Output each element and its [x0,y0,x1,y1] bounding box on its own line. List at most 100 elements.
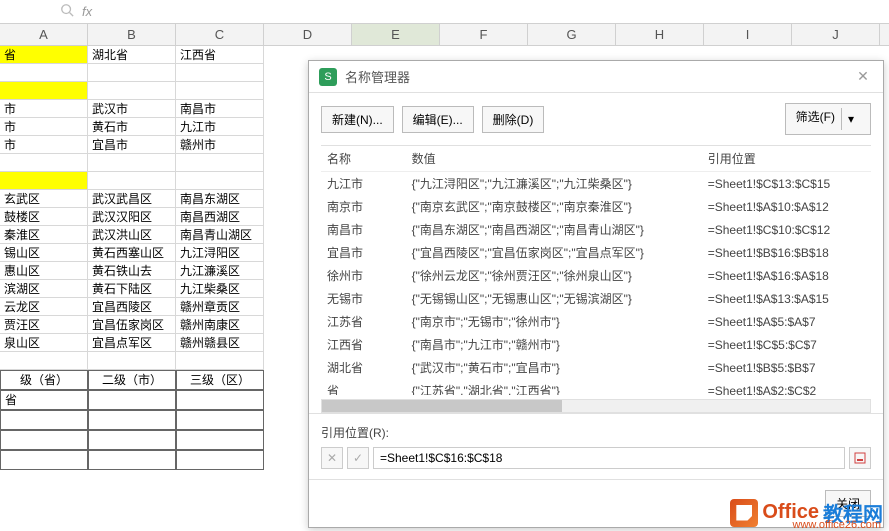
cell[interactable] [176,430,264,450]
header-name[interactable]: 名称 [321,146,406,172]
column-header-C[interactable]: C [176,24,264,45]
cell[interactable] [88,390,176,410]
cell[interactable]: 赣州南康区 [176,316,264,334]
column-header-D[interactable]: D [264,24,352,45]
cell[interactable] [88,64,176,82]
collapse-dialog-icon[interactable] [849,447,871,469]
cell[interactable] [176,154,264,172]
table-row[interactable]: 江西省{"南昌市";"九江市";"赣州市"}=Sheet1!$C$5:$C$7 [321,333,871,356]
cell[interactable]: 市 [0,136,88,154]
cell[interactable]: 湖北省 [88,46,176,64]
cell[interactable] [176,64,264,82]
column-header-B[interactable]: B [88,24,176,45]
cell[interactable]: 九江浔阳区 [176,244,264,262]
cell[interactable]: 江西省 [176,46,264,64]
cell[interactable] [88,352,176,370]
filter-button[interactable]: 筛选(F)▾ [785,103,871,135]
cell[interactable]: 宜昌市 [88,136,176,154]
table-row[interactable]: 省{"江苏省","湖北省","江西省"}=Sheet1!$A$2:$C$2 [321,379,871,395]
table-row[interactable]: 无锡市{"无锡锡山区";"无锡惠山区";"无锡滨湖区"}=Sheet1!$A$1… [321,287,871,310]
cell[interactable]: 赣州市 [176,136,264,154]
cell[interactable]: 宜昌伍家岗区 [88,316,176,334]
table-row[interactable]: 南昌市{"南昌东湖区";"南昌西湖区";"南昌青山湖区"}=Sheet1!$C$… [321,218,871,241]
cell[interactable]: 省 [0,390,88,410]
cell[interactable] [176,450,264,470]
cell[interactable]: 武汉汉阳区 [88,208,176,226]
level-header[interactable]: 级（省） [0,370,88,390]
cell[interactable]: 贾汪区 [0,316,88,334]
cell[interactable]: 南昌西湖区 [176,208,264,226]
header-value[interactable]: 数值 [406,146,702,172]
cell[interactable]: 黄石铁山去 [88,262,176,280]
cancel-ref-icon[interactable]: ✕ [321,447,343,469]
table-row[interactable]: 江苏省{"南京市";"无锡市";"徐州市"}=Sheet1!$A$5:$A$7 [321,310,871,333]
cell[interactable]: 武汉市 [88,100,176,118]
column-header-E[interactable]: E [352,24,440,45]
cell[interactable] [176,410,264,430]
cell[interactable] [0,352,88,370]
cell[interactable]: 市 [0,118,88,136]
confirm-ref-icon[interactable]: ✓ [347,447,369,469]
cell[interactable]: 云龙区 [0,298,88,316]
cell[interactable]: 滨湖区 [0,280,88,298]
cell[interactable] [0,64,88,82]
edit-button[interactable]: 编辑(E)... [402,106,474,133]
new-button[interactable]: 新建(N)... [321,106,394,133]
cell[interactable] [0,450,88,470]
cell[interactable]: 黄石市 [88,118,176,136]
cell[interactable]: 赣州章贡区 [176,298,264,316]
column-header-A[interactable]: A [0,24,88,45]
level-header[interactable]: 二级（市） [88,370,176,390]
cell[interactable] [88,450,176,470]
cell[interactable] [0,82,88,100]
cell[interactable] [88,154,176,172]
cell[interactable]: 宜昌西陵区 [88,298,176,316]
scrollbar-thumb[interactable] [322,400,562,412]
cell[interactable]: 赣州赣县区 [176,334,264,352]
cell[interactable]: 南昌青山湖区 [176,226,264,244]
cell[interactable]: 市 [0,100,88,118]
cell[interactable]: 南昌市 [176,100,264,118]
table-row[interactable]: 九江市{"九江浔阳区";"九江濂溪区";"九江柴桑区"}=Sheet1!$C$1… [321,172,871,196]
level-header[interactable]: 三级（区） [176,370,264,390]
cell[interactable]: 九江市 [176,118,264,136]
cell[interactable]: 秦淮区 [0,226,88,244]
cell[interactable]: 武汉洪山区 [88,226,176,244]
header-ref[interactable]: 引用位置 [702,146,871,172]
column-header-J[interactable]: J [792,24,880,45]
fx-label[interactable]: fx [82,4,92,19]
cell[interactable] [176,172,264,190]
reference-input[interactable] [373,447,845,469]
cell[interactable]: 黄石下陆区 [88,280,176,298]
cell[interactable] [88,430,176,450]
cell[interactable] [88,172,176,190]
table-row[interactable]: 徐州市{"徐州云龙区";"徐州贾汪区";"徐州泉山区"}=Sheet1!$A$1… [321,264,871,287]
table-row[interactable]: 湖北省{"武汉市";"黄石市";"宜昌市"}=Sheet1!$B$5:$B$7 [321,356,871,379]
cell[interactable]: 九江柴桑区 [176,280,264,298]
column-header-H[interactable]: H [616,24,704,45]
cell[interactable]: 鼓楼区 [0,208,88,226]
horizontal-scrollbar[interactable] [321,399,871,413]
column-header-I[interactable]: I [704,24,792,45]
cell[interactable]: 省 [0,46,88,64]
cell[interactable]: 锡山区 [0,244,88,262]
column-header-G[interactable]: G [528,24,616,45]
cell[interactable] [176,390,264,410]
name-table-area[interactable]: 名称 数值 引用位置 九江市{"九江浔阳区";"九江濂溪区";"九江柴桑区"}=… [321,145,871,395]
cell[interactable]: 玄武区 [0,190,88,208]
cell[interactable] [176,82,264,100]
cell[interactable] [88,82,176,100]
table-row[interactable]: 宜昌市{"宜昌西陵区";"宜昌伍家岗区";"宜昌点军区"}=Sheet1!$B$… [321,241,871,264]
cell[interactable] [0,154,88,172]
cell[interactable]: 泉山区 [0,334,88,352]
delete-button[interactable]: 删除(D) [482,106,545,133]
cell[interactable] [0,172,88,190]
cell[interactable]: 宜昌点军区 [88,334,176,352]
cell[interactable]: 黄石西塞山区 [88,244,176,262]
cell[interactable] [88,410,176,430]
cell[interactable] [0,430,88,450]
cell[interactable]: 武汉武昌区 [88,190,176,208]
close-icon[interactable]: ✕ [853,67,873,87]
cell[interactable] [176,352,264,370]
table-row[interactable]: 南京市{"南京玄武区";"南京鼓楼区";"南京秦淮区"}=Sheet1!$A$1… [321,195,871,218]
